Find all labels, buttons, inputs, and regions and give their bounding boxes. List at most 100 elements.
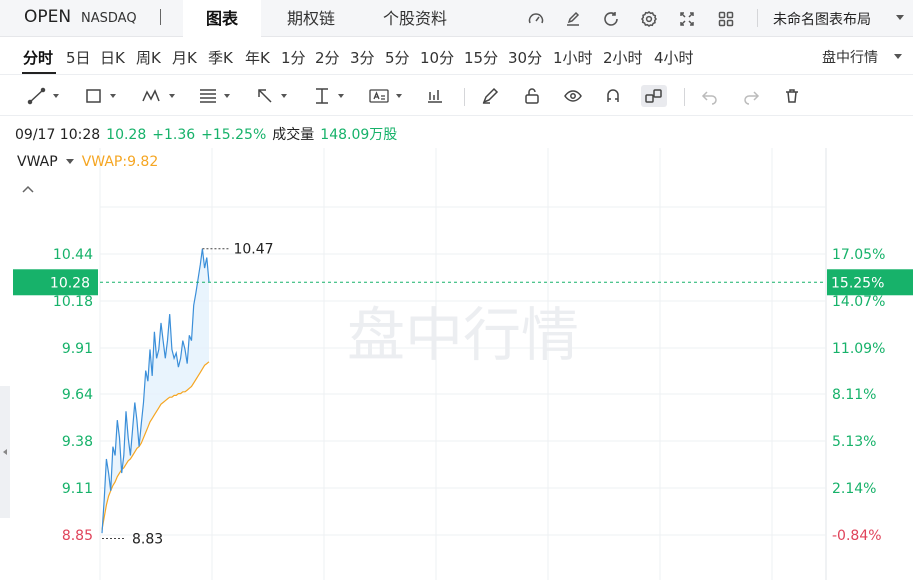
pattern-icon xyxy=(142,89,160,102)
period-tab[interactable]: 4小时 xyxy=(654,47,694,68)
rectangle-tool[interactable] xyxy=(84,85,116,107)
chevron-up-icon xyxy=(22,185,34,193)
volume-value: 148.09万股 xyxy=(320,127,398,143)
y-axis-tick-label: 8.85 xyxy=(62,528,93,544)
indicator-name[interactable]: VWAP xyxy=(17,154,58,170)
redo-icon xyxy=(744,91,760,105)
indicator-tool[interactable] xyxy=(426,85,444,107)
undo-button[interactable] xyxy=(700,85,720,107)
quote-info: 09/17 10:28 10.28 +1.36 +15.25% 成交量 148.09万股 xyxy=(15,124,403,144)
quote-datetime: 09/17 10:28 xyxy=(15,127,101,143)
period-tab[interactable]: 周K xyxy=(136,47,161,68)
fibonacci-tool[interactable] xyxy=(198,85,230,107)
y-axis-percent-label: 14.07% xyxy=(832,294,885,310)
side-panel-handle[interactable] xyxy=(0,386,10,518)
divider xyxy=(757,9,758,27)
y-axis-tick-label: 9.38 xyxy=(62,434,93,450)
quote-change: +1.36 xyxy=(152,127,196,143)
period-tab[interactable]: 2分 xyxy=(315,47,340,68)
indicator-value: VWAP:9.82 xyxy=(81,154,159,170)
fibonacci-icon xyxy=(200,89,216,103)
visibility-tool[interactable] xyxy=(563,85,583,107)
chevron-down-icon[interactable] xyxy=(896,15,904,20)
y-axis-tick-label: 9.11 xyxy=(62,481,93,497)
text-tool[interactable] xyxy=(368,85,402,107)
edit-icon[interactable] xyxy=(562,8,584,30)
low-label: 8.83 xyxy=(132,532,163,548)
settings-icon[interactable] xyxy=(638,8,660,30)
period-tab[interactable]: 30分 xyxy=(508,47,542,68)
divider xyxy=(160,9,161,25)
link-drawings-tool[interactable] xyxy=(641,85,667,107)
grid-icon[interactable] xyxy=(715,8,737,30)
measure-icon xyxy=(316,88,328,104)
tab-chart[interactable]: 图表 xyxy=(183,0,261,37)
y-axis-percent-label: 8.11% xyxy=(832,387,876,403)
measure-tool[interactable] xyxy=(312,85,344,107)
redo-button[interactable] xyxy=(741,85,761,107)
period-tab[interactable]: 5分 xyxy=(385,47,410,68)
divider xyxy=(684,88,685,106)
low-marker: 8.83 xyxy=(102,532,163,548)
refresh-icon[interactable] xyxy=(600,8,622,30)
y-axis-tick-label: 9.64 xyxy=(62,387,93,403)
period-tab[interactable]: 1分 xyxy=(281,47,306,68)
divider xyxy=(464,88,465,106)
high-marker: 10.47 xyxy=(202,242,274,258)
watermark: 盘中行情 xyxy=(347,301,579,369)
magnet-icon xyxy=(607,89,619,102)
top-bar: OPEN NASDAQ 图表 期权链 个股资料 未命名图表布局 xyxy=(0,0,913,37)
period-tab[interactable]: 2小时 xyxy=(603,47,643,68)
lock-tool[interactable] xyxy=(522,85,542,107)
y-axis-percent-label: -0.84% xyxy=(832,528,882,544)
chevron-down-icon[interactable] xyxy=(894,54,902,59)
trend-line-tool[interactable] xyxy=(27,85,59,107)
y-axis-percent-label: 17.05% xyxy=(832,247,885,263)
eye-icon xyxy=(564,90,582,102)
price-area xyxy=(102,248,209,534)
tab-stock-profile[interactable]: 个股资料 xyxy=(362,0,468,37)
delete-drawings-button[interactable] xyxy=(782,85,802,107)
high-label: 10.47 xyxy=(233,242,273,258)
brush-tool[interactable] xyxy=(480,85,500,107)
current-percent-label: 15.25% xyxy=(831,275,884,291)
period-tab[interactable]: 季K xyxy=(208,47,233,68)
trend-line-icon xyxy=(27,87,46,105)
chevron-left-icon xyxy=(3,449,7,455)
period-tab[interactable]: 15分 xyxy=(464,47,498,68)
period-tab[interactable]: 1小时 xyxy=(553,47,593,68)
period-tab-intraday[interactable]: 分时 xyxy=(23,47,53,68)
volume-label: 成交量 xyxy=(272,127,315,143)
active-tab-indicator xyxy=(22,72,56,74)
undo-icon xyxy=(701,91,717,105)
y-axis-percent-label: 11.09% xyxy=(832,341,885,357)
chevron-down-icon[interactable] xyxy=(65,158,74,164)
text-icon xyxy=(369,89,389,103)
period-tab[interactable]: 日K xyxy=(100,47,125,68)
ticker-symbol[interactable]: OPEN xyxy=(24,7,71,27)
period-tab[interactable]: 10分 xyxy=(420,47,454,68)
drawing-toolbar xyxy=(0,76,913,116)
period-tab[interactable]: 3分 xyxy=(350,47,375,68)
magnet-tool[interactable] xyxy=(603,85,623,107)
unlock-icon xyxy=(525,88,539,104)
pattern-tool[interactable] xyxy=(141,85,175,107)
period-tab[interactable]: 年K xyxy=(245,47,270,68)
quote-change-percent: +15.25% xyxy=(201,127,267,143)
period-tab[interactable]: 5日 xyxy=(66,47,91,68)
fullscreen-icon[interactable] xyxy=(676,8,698,30)
period-tab[interactable]: 月K xyxy=(172,47,197,68)
price-chart[interactable]: 盘中行情 10.44 10.18 9.91 9.64 9.38 9.11 8.85 17.0… xyxy=(0,148,913,582)
y-axis-percent-label: 5.13% xyxy=(832,434,876,450)
arrow-tool[interactable] xyxy=(255,85,287,107)
session-selector[interactable]: 盘中行情 xyxy=(822,47,878,67)
chart-layout-selector[interactable]: 未命名图表布局 xyxy=(773,9,871,29)
tab-options-chain[interactable]: 期权链 xyxy=(268,0,354,37)
speedometer-icon[interactable] xyxy=(525,8,547,30)
collapse-legend-button[interactable] xyxy=(22,182,34,196)
brush-icon xyxy=(482,87,499,104)
trash-icon xyxy=(786,89,798,103)
y-axis-tick-label: 10.44 xyxy=(53,247,93,263)
y-axis-percent-label: 2.14% xyxy=(832,481,876,497)
y-axis-tick-label: 9.91 xyxy=(62,341,93,357)
